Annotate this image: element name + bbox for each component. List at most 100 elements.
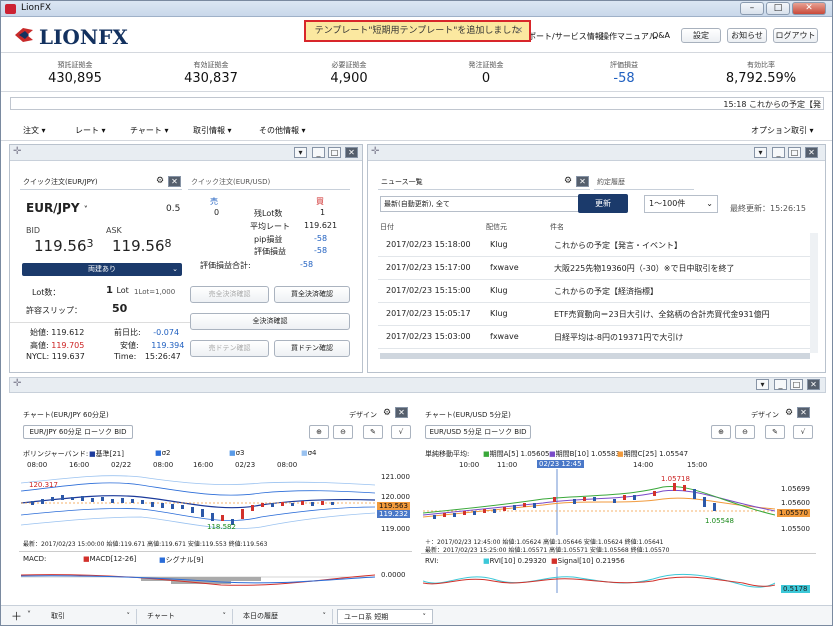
all-close-button[interactable]: 全決済確認 (190, 313, 350, 330)
sell-doten-button[interactable]: 売ドテン確認 (190, 340, 269, 357)
chart-close-button[interactable]: ✕ (395, 407, 408, 418)
table-row[interactable]: 2017/02/23 15:03:00 fxwave 日経平均は-8円の19371円… (378, 326, 818, 349)
horizontal-scrollbar[interactable] (380, 353, 810, 359)
quick-jpy-close-button[interactable]: ✕ (168, 176, 181, 187)
news-close-button[interactable]: ✕ (576, 176, 589, 187)
link-manual[interactable]: 操作マニュアル (601, 31, 657, 42)
nycl-value: 119.637 (51, 352, 85, 361)
pane-close-button[interactable]: ✕ (805, 147, 818, 158)
vertical-scrollbar[interactable] (810, 233, 818, 353)
news-filter-select[interactable]: 最新(自動更新), 全て (380, 196, 592, 212)
notice-button[interactable]: お知らせ (727, 28, 767, 43)
menu-other-info[interactable]: その他情報 ▾ (259, 125, 306, 136)
drag-handle-icon[interactable]: ✛ (13, 378, 21, 389)
legend-macd: ■MACD[12-26] (83, 555, 136, 563)
tab-euro-short[interactable]: ユーロ系 短期 ˅ (337, 609, 433, 624)
buy-doten-button[interactable]: 買ドテン確認 (274, 340, 350, 357)
minimize-button[interactable]: – (740, 2, 764, 15)
bid-price[interactable]: 119.563 (34, 237, 94, 255)
pane-minimize-button[interactable]: _ (312, 147, 325, 158)
pair-selector[interactable]: EUR/JPY ˅ (26, 201, 88, 215)
refresh-button[interactable]: 更新 (578, 194, 628, 213)
chevron-down-icon[interactable]: ˅ (27, 610, 31, 619)
gear-icon[interactable]: ⚙ (564, 176, 572, 186)
add-tab-icon[interactable]: ＋ (11, 608, 22, 624)
pane-minimize-button[interactable]: _ (772, 147, 785, 158)
tab-trade[interactable]: 取引 ˅ (45, 609, 137, 624)
high-value: 119.705 (51, 341, 85, 350)
toast-close-icon[interactable]: ✕ (515, 22, 523, 40)
buy-all-close-button[interactable]: 買全決済確認 (274, 286, 350, 303)
pane-maximize-button[interactable]: □ (790, 379, 803, 390)
menu-order[interactable]: 注文 ▾ (23, 125, 46, 136)
pair-label: EUR/JPY (26, 201, 80, 215)
chevron-down-icon: ⌄ (706, 199, 713, 208)
tab-today-history[interactable]: 本日の履歴 ˅ (237, 609, 333, 624)
stat-value: 430,837 (184, 71, 238, 86)
buy-label: 買 (316, 197, 324, 206)
pane-maximize-button[interactable]: □ (328, 147, 341, 158)
layout-icon[interactable]: ▾ (754, 147, 767, 158)
table-row[interactable]: 2017/02/23 15:18:00 Klug これからの予定【発言・イベント】 (378, 234, 818, 257)
sell-all-close-button[interactable]: 売全決済確認 (190, 286, 269, 303)
tab-chart[interactable]: チャート ˅ (141, 609, 233, 624)
gear-icon[interactable]: ⚙ (156, 176, 164, 186)
menu-chart[interactable]: チャート ▾ (130, 125, 168, 136)
mode-select[interactable]: 両建あり ⌄ (22, 263, 182, 276)
slip-input[interactable]: 50 (112, 302, 127, 315)
menu-options[interactable]: オプション取引 ▾ (751, 125, 814, 136)
indicator-icon[interactable]: √ (793, 425, 813, 439)
crosshair-time: 02/23 12:45 (537, 460, 584, 468)
lot-input[interactable]: 1 Lot (106, 285, 129, 296)
draw-pencil-icon[interactable]: ✎ (765, 425, 785, 439)
chart-selector[interactable]: EUR/USD 5分足 ローソク BID (425, 425, 531, 439)
tab-label: 本日の履歴 (243, 612, 278, 620)
stat-value: 0 (481, 71, 491, 86)
menu-rate[interactable]: レート ▾ (75, 125, 106, 136)
table-row[interactable]: 2017/02/23 15:15:00 Klug これからの予定【経済指標】 (378, 280, 818, 303)
close-window-button[interactable]: ✕ (792, 2, 826, 15)
ask-price[interactable]: 119.568 (112, 237, 172, 255)
zoom-in-icon[interactable]: ⊕ (309, 425, 329, 439)
chart-plot-area[interactable] (21, 469, 375, 535)
tab-execution-history[interactable]: 約定履歴 (594, 176, 694, 190)
layout-icon[interactable]: ▾ (756, 379, 769, 390)
pane-close-button[interactable]: ✕ (807, 379, 820, 390)
link-support[interactable]: ポート/サービス情報 (528, 31, 603, 42)
table-row[interactable]: 2017/02/23 15:05:17 Klug ETF売買動向＝23日大引け、全銘… (378, 303, 818, 326)
legend-label: σ4 (307, 449, 317, 457)
low-label: 安値: (120, 341, 139, 350)
zoom-out-icon[interactable]: ⊖ (333, 425, 353, 439)
pane-minimize-button[interactable]: _ (774, 379, 787, 390)
chart-design[interactable]: デザイン (751, 410, 779, 420)
layout-icon[interactable]: ▾ (294, 147, 307, 158)
chart-close-button[interactable]: ✕ (797, 407, 810, 418)
maximize-button[interactable]: □ (766, 2, 790, 15)
menu-label: チャート (130, 126, 162, 135)
bid-label: BID (26, 226, 41, 235)
drag-handle-icon[interactable]: ✛ (13, 146, 21, 157)
table-row[interactable]: 2017/02/23 15:17:00 fxwave 大阪225先物19360円（-… (378, 257, 818, 280)
range-select[interactable]: 1～100件 ⌄ (644, 195, 718, 213)
indicator-icon[interactable]: √ (391, 425, 411, 439)
drag-handle-icon[interactable]: ✛ (371, 146, 379, 157)
chart-plot-area[interactable] (423, 469, 775, 535)
macd-plot[interactable] (21, 567, 375, 593)
news-ticker[interactable]: 15:18 これからの予定【発 (10, 97, 824, 110)
rvi-plot[interactable] (423, 567, 775, 593)
total-value: -58 (300, 260, 314, 269)
draw-pencil-icon[interactable]: ✎ (363, 425, 383, 439)
link-faq[interactable]: Q&A (652, 31, 670, 40)
menu-trade-info[interactable]: 取引情報 ▾ (193, 125, 232, 136)
pane-maximize-button[interactable]: □ (788, 147, 801, 158)
eval-value: -58 (314, 246, 328, 255)
gear-icon[interactable]: ⚙ (383, 408, 391, 418)
chart-selector[interactable]: EUR/JPY 60分足 ローソク BID (23, 425, 133, 439)
logout-button[interactable]: ログアウト (773, 28, 818, 43)
chart-design[interactable]: デザイン (349, 410, 377, 420)
gear-icon[interactable]: ⚙ (785, 408, 793, 418)
zoom-in-icon[interactable]: ⊕ (711, 425, 731, 439)
pane-close-button[interactable]: ✕ (345, 147, 358, 158)
settings-button[interactable]: 設定 (681, 28, 721, 43)
zoom-out-icon[interactable]: ⊖ (735, 425, 755, 439)
